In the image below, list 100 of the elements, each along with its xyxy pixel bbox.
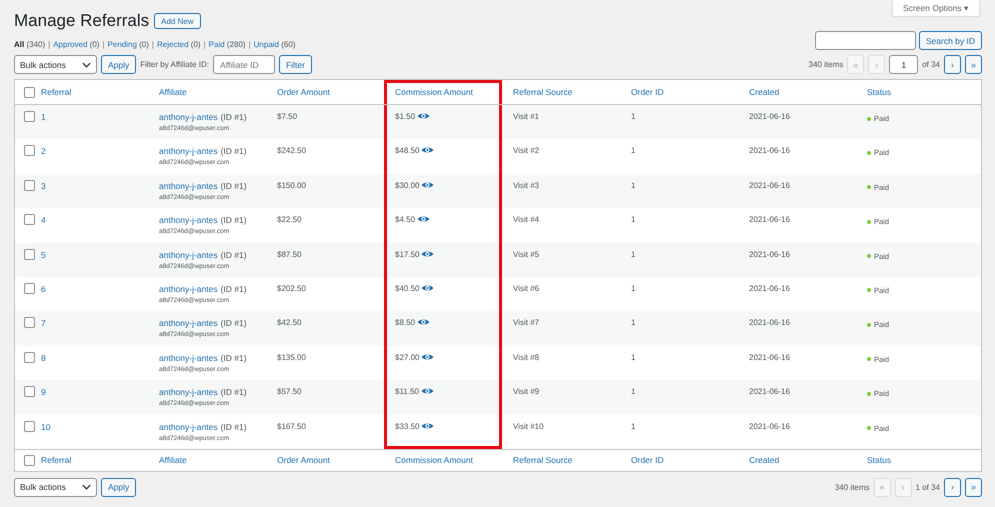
row-checkbox[interactable] (24, 248, 35, 260)
eye-icon[interactable] (421, 250, 434, 258)
page-button[interactable]: » (965, 478, 982, 497)
column-header[interactable]: Order ID (631, 455, 664, 466)
search-field[interactable] (814, 31, 916, 50)
column-header[interactable]: Affiliate (159, 87, 187, 97)
column-header[interactable]: Status (867, 455, 892, 466)
column-header[interactable]: Status (867, 87, 892, 97)
referral-link[interactable]: 4 (41, 215, 46, 226)
apply-button[interactable]: Apply (101, 55, 136, 74)
affiliate-link[interactable]: anthony-j-antes (159, 318, 218, 328)
affiliate-link[interactable]: anthony-j-antes (159, 422, 218, 432)
filter-link[interactable]: Rejected (0) (157, 40, 201, 49)
search-button[interactable]: Search by ID (918, 31, 982, 50)
column-header[interactable]: Referral Source (513, 455, 573, 466)
row-checkbox[interactable] (24, 317, 35, 328)
order-id: 1 (631, 387, 636, 396)
created-date: 2021-06-16 (749, 387, 790, 396)
eye-icon[interactable] (421, 422, 434, 430)
eye-icon[interactable] (417, 112, 430, 120)
referral-link[interactable]: 9 (41, 387, 46, 398)
separator: | (204, 40, 206, 49)
affiliate-link[interactable]: anthony-j-antes (159, 180, 218, 191)
referral-source: Visit #3 (513, 180, 540, 190)
select-all-checkbox[interactable] (24, 86, 35, 98)
eye-icon[interactable] (417, 318, 430, 326)
affiliate-link[interactable]: anthony-j-antes (159, 387, 218, 398)
referral-source: Visit #5 (513, 250, 540, 259)
filter-link[interactable]: Pending (0) (108, 40, 149, 49)
column-header[interactable]: Order Amount (277, 87, 330, 97)
referral-link[interactable]: 1 (41, 112, 46, 122)
created-date: 2021-06-16 (749, 422, 790, 431)
column-header[interactable]: Created (749, 87, 780, 97)
order-id: 1 (631, 215, 636, 224)
row-checkbox[interactable] (24, 282, 35, 294)
referral-link[interactable]: 6 (41, 284, 46, 294)
bulk-actions-select[interactable]: Bulk actions (14, 478, 97, 497)
commission-amount: $48.50 (395, 146, 420, 156)
page-button[interactable]: » (965, 55, 982, 74)
apply-button[interactable]: Apply (101, 478, 136, 497)
order-id: 1 (631, 180, 636, 190)
column-header[interactable]: Affiliate (159, 455, 187, 466)
affiliate-link[interactable]: anthony-j-antes (159, 250, 218, 260)
eye-icon[interactable] (421, 180, 434, 189)
page-button[interactable]: › (944, 478, 961, 497)
affiliate-link[interactable]: anthony-j-antes (159, 215, 218, 226)
referral-source: Visit #2 (513, 146, 540, 156)
order-amount: $7.50 (277, 112, 298, 121)
affiliate-link[interactable]: anthony-j-antes (159, 146, 218, 156)
affiliate-link[interactable]: anthony-j-antes (159, 284, 218, 294)
row-checkbox[interactable] (24, 214, 35, 226)
column-header[interactable]: Order ID (631, 87, 664, 97)
row-checkbox[interactable] (24, 145, 35, 156)
affiliate-id: (ID #1) (220, 112, 247, 122)
order-id: 1 (631, 250, 636, 259)
row-checkbox[interactable] (24, 386, 35, 398)
filter-button[interactable]: Filter (279, 55, 312, 74)
filter-link[interactable]: Unpaid (60) (254, 40, 296, 49)
affiliate-link[interactable]: anthony-j-antes (159, 352, 218, 363)
created-date: 2021-06-16 (749, 180, 790, 190)
column-header[interactable]: Referral (41, 455, 72, 466)
filter-link[interactable]: All (340) (14, 40, 46, 49)
created-date: 2021-06-16 (749, 284, 790, 293)
filter-link[interactable]: Approved (0) (53, 40, 100, 49)
referral-link[interactable]: 5 (41, 250, 46, 260)
page-field[interactable]: 1 (889, 55, 918, 74)
referral-link[interactable]: 3 (41, 180, 46, 191)
row-checkbox[interactable] (24, 352, 35, 363)
affiliate-id: (ID #1) (220, 284, 247, 294)
referral-link[interactable]: 8 (41, 352, 46, 363)
separator: | (48, 40, 50, 49)
order-id: 1 (631, 318, 636, 328)
affiliate-link[interactable]: anthony-j-antes (159, 112, 218, 122)
screen-options-tab[interactable]: Screen Options ▾ (892, 0, 980, 17)
commission-amount: $8.50 (395, 318, 416, 328)
column-header[interactable]: Referral Source (513, 87, 573, 97)
row-checkbox[interactable] (24, 420, 35, 432)
eye-icon[interactable] (420, 387, 434, 396)
referral-link[interactable]: 10 (41, 422, 50, 432)
row-checkbox[interactable] (24, 111, 35, 122)
affiliate-id-field[interactable]: Affiliate ID (213, 55, 276, 74)
bulk-actions-select[interactable]: Bulk actions (14, 55, 97, 74)
eye-icon[interactable] (421, 352, 434, 361)
column-header[interactable]: Commission Amount (395, 87, 473, 97)
column-header[interactable]: Commission Amount (395, 455, 473, 466)
affiliate-id: (ID #1) (220, 215, 247, 226)
referral-link[interactable]: 7 (41, 318, 46, 328)
select-all-checkbox[interactable] (24, 454, 35, 466)
page-button[interactable]: › (944, 55, 961, 74)
column-header[interactable]: Referral (41, 87, 72, 97)
eye-icon[interactable] (417, 215, 430, 224)
eye-icon[interactable] (421, 146, 434, 154)
column-header[interactable]: Order Amount (277, 455, 330, 466)
column-header[interactable]: Created (749, 455, 780, 466)
filter-link[interactable]: Paid (280) (208, 40, 246, 49)
separator: | (102, 40, 105, 49)
eye-icon[interactable] (421, 284, 434, 292)
row-checkbox[interactable] (24, 180, 35, 191)
referral-link[interactable]: 2 (41, 146, 46, 156)
add-new-button[interactable]: Add New (154, 13, 201, 29)
